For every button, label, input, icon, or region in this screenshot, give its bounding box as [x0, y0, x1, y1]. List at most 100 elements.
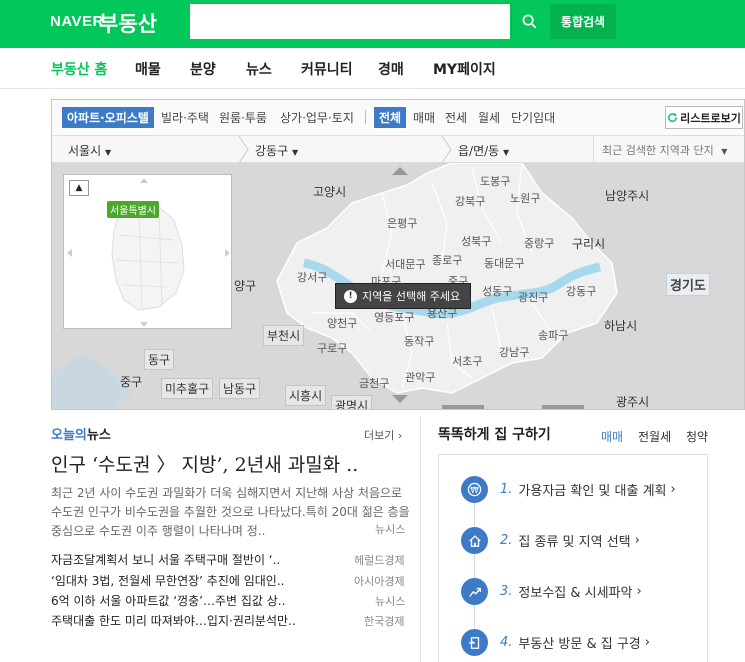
headline-news-title[interactable]: 인구 ‘수도권 〉 지방’, 2년새 과밀화 .. [51, 450, 381, 477]
district-label[interactable]: 은평구 [387, 215, 417, 231]
district-label[interactable]: 성북구 [461, 233, 491, 249]
caret-down-icon: ▼ [291, 148, 299, 157]
outside-region-label[interactable]: 남양주시 [602, 186, 652, 205]
outside-region-label[interactable]: 구리시 [569, 234, 608, 253]
district-select-label: 강동구 [255, 144, 289, 158]
district-label[interactable]: 도봉구 [480, 173, 510, 189]
district-label[interactable]: 강서구 [297, 269, 327, 285]
map-panel: 아파트·오피스텔 빌라·주택 원룸·투룸 상가·업무·토지 전체 매매 전세 월… [51, 99, 745, 410]
section-divider [420, 415, 421, 662]
chevron-right-icon: › [644, 635, 650, 650]
step-number: 2. [500, 533, 513, 548]
tab-deal-jeonse[interactable]: 전세 [445, 109, 467, 126]
city-select[interactable]: 서울시 ▼ [68, 142, 111, 159]
district-label[interactable]: 광진구 [518, 289, 548, 305]
refresh-icon [668, 112, 678, 122]
caret-down-icon: ▼ [721, 147, 728, 156]
tab-deal-all[interactable]: 전체 [374, 107, 407, 128]
list-view-button[interactable]: 리스트로보기 [665, 106, 743, 129]
nav-presale[interactable]: 분양 [190, 59, 216, 79]
town-select-label: 읍/면/동 [458, 144, 500, 158]
news-item-source: 아시아경제 [354, 575, 405, 588]
nav-home[interactable]: 부동산 홈 [51, 59, 107, 79]
district-label[interactable]: 중랑구 [524, 235, 554, 251]
outside-region-label[interactable]: 경기도 [666, 273, 710, 296]
outside-region-label[interactable]: 남동구 [219, 378, 261, 399]
district-label[interactable]: 관악구 [405, 369, 435, 385]
minimap-region-badge: 서울특별시 [107, 201, 159, 218]
breadcrumb-chevron-icon [238, 136, 249, 163]
tab-deal-short[interactable]: 단기임대 [511, 109, 555, 126]
recent-search-dropdown[interactable]: 최근 검색한 지역과 단지 ▼ [593, 136, 744, 163]
tab-deal-sale[interactable]: 매매 [413, 109, 435, 126]
nav-mypage[interactable]: MY페이지 [433, 59, 496, 79]
tab-smart-sale[interactable]: 매매 [601, 428, 623, 445]
tab-oneroom[interactable]: 원룸·투룸 [219, 109, 267, 126]
outside-region-label[interactable]: 시흥시 [285, 385, 327, 406]
district-label[interactable]: 성동구 [482, 283, 512, 299]
search-input[interactable] [190, 4, 510, 39]
town-select[interactable]: 읍/면/동 ▼ [458, 142, 509, 159]
step-2[interactable]: 2. 집 종류 및 지역 선택 › [461, 527, 640, 554]
tab-deal-monthly[interactable]: 월세 [478, 109, 500, 126]
news-item-source: 한국경제 [364, 615, 405, 628]
tab-apartment[interactable]: 아파트·오피스텔 [62, 107, 154, 128]
outside-region-label[interactable]: 양구 [231, 276, 259, 295]
alert-icon: ! [344, 289, 357, 303]
district-label[interactable]: 동대문구 [484, 255, 524, 271]
tab-villa[interactable]: 빌라·주택 [161, 109, 209, 126]
naver-logo[interactable]: NAVER [50, 13, 104, 30]
chevron-right-icon: › [634, 533, 640, 548]
outside-region-label[interactable]: 미추홀구 [161, 378, 214, 399]
tab-smart-lease[interactable]: 전월세 [638, 428, 671, 445]
district-label[interactable]: 영등포구 [374, 309, 414, 325]
news-item-title[interactable]: 주택대출 한도 미리 따져봐야…입지·권리분석만.. [51, 612, 341, 629]
news-title-rest: 뉴스 [86, 428, 111, 443]
korea-outline-icon [67, 178, 230, 327]
seoul-map[interactable]: ▲ 서울특별시 도봉구 노원구 강북구 은평구 성북구 중랑구 서대문구 종로구… [52, 163, 744, 409]
district-label[interactable]: 양천구 [327, 315, 357, 331]
search-icon [522, 14, 536, 29]
district-label[interactable]: 노원구 [510, 190, 540, 206]
tab-commercial[interactable]: 상가·업무·토지 [280, 109, 354, 126]
outside-region-label[interactable]: 고양시 [310, 182, 349, 201]
outside-region-label[interactable]: 광명시 [331, 395, 373, 409]
news-item-title[interactable]: 자금조달계획서 보니 서울 주택구매 절반이 ‘.. [51, 551, 341, 568]
district-label[interactable]: 동작구 [404, 333, 434, 349]
outside-region-label[interactable]: 광주시 [613, 392, 652, 409]
tab-smart-subscription[interactable]: 청약 [686, 428, 708, 445]
outside-region-label[interactable]: 부천시 [263, 325, 305, 346]
outside-region-label[interactable]: 중구 [117, 372, 145, 391]
district-label[interactable]: 강북구 [455, 193, 485, 209]
step-3[interactable]: 3. 정보수집 & 시세파악 › [461, 578, 642, 605]
step-connector [474, 554, 475, 578]
nav-listings[interactable]: 매물 [135, 59, 161, 79]
total-search-button[interactable]: 통합검색 [550, 4, 616, 39]
news-item-title[interactable]: 6억 이하 서울 아파트값 ‘껑충’…주변 집값 상.. [51, 592, 341, 609]
news-item-title[interactable]: ‘임대차 3법, 전월세 무한연장’ 추진에 임대인.. [51, 572, 341, 589]
step-4[interactable]: 4. 부동산 방문 & 집 구경 › [461, 629, 650, 656]
news-more-link[interactable]: 더보기 › [364, 427, 402, 443]
district-label[interactable]: 서초구 [452, 353, 482, 369]
district-label[interactable]: 금천구 [359, 375, 389, 391]
step-connector [474, 605, 475, 629]
nav-news[interactable]: 뉴스 [246, 59, 272, 79]
land-logo[interactable]: 부동산 [99, 8, 157, 38]
district-label[interactable]: 송파구 [538, 327, 568, 343]
nav-auction[interactable]: 경매 [378, 59, 404, 79]
nav-community[interactable]: 커뮤니티 [301, 59, 353, 79]
outside-region-label[interactable]: 동구 [144, 349, 175, 370]
outside-region-label[interactable]: 하남시 [601, 316, 640, 335]
headline-news-summary[interactable]: 최근 2년 사이 수도권 과밀화가 더욱 심해지면서 지난해 사상 처음으로 수… [51, 484, 411, 541]
district-select[interactable]: 강동구 ▼ [255, 142, 298, 159]
district-label[interactable]: 종로구 [432, 252, 462, 268]
news-more-label: 더보기 [364, 429, 395, 442]
door-enter-icon [461, 629, 488, 656]
district-label[interactable]: 강남구 [499, 344, 529, 360]
step-1[interactable]: ₩ 1. 가용자금 확인 및 대출 계획 › [461, 476, 676, 503]
district-label[interactable]: 구로구 [317, 340, 347, 356]
search-button[interactable] [511, 4, 546, 39]
step-label: 정보수집 & 시세파악 [518, 586, 633, 601]
district-label[interactable]: 서대문구 [385, 256, 425, 272]
district-label[interactable]: 강동구 [566, 283, 596, 299]
